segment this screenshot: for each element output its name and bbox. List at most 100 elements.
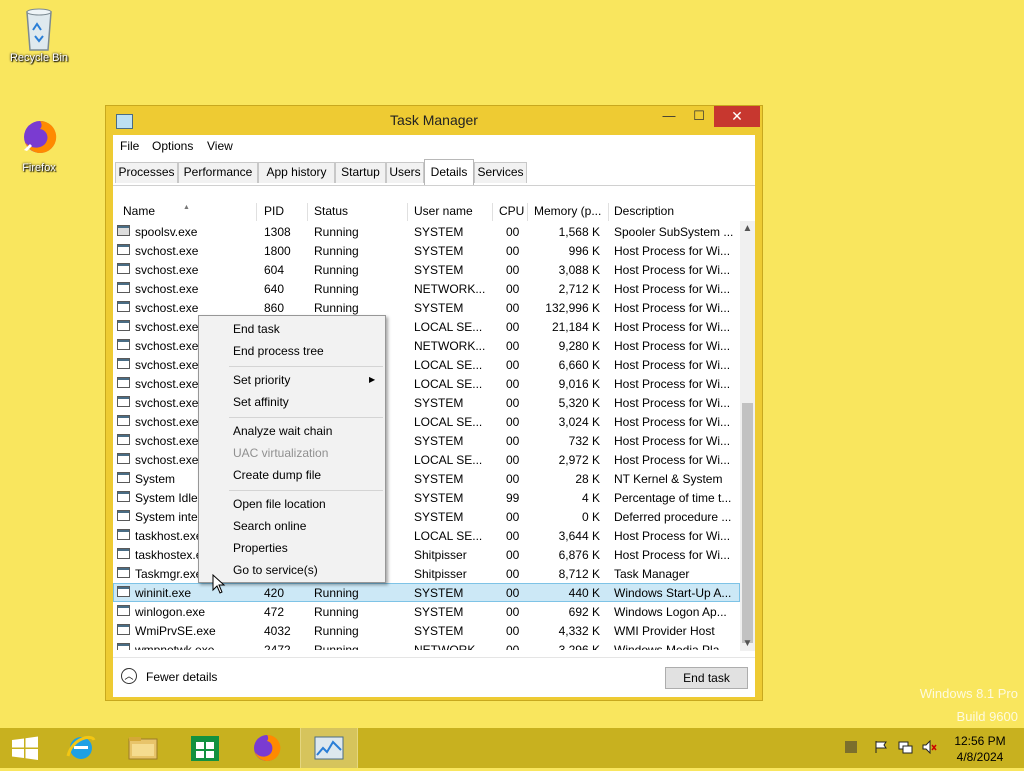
cell-name: svchost.exe: [135, 453, 199, 467]
title-bar[interactable]: Task Manager — ☐ ✕: [106, 106, 762, 134]
column-header-memory[interactable]: Memory (p...: [534, 204, 601, 218]
menu-item-end-process-tree[interactable]: End process tree: [233, 344, 324, 358]
table-row[interactable]: wmpnetwk.exe 2472 Running NETWORK... 00 3,296…: [113, 640, 740, 650]
menu-item-open-file-location[interactable]: Open file location: [233, 497, 326, 511]
cell-user: SYSTEM: [414, 263, 464, 277]
menu-item-analyze-wait-chain[interactable]: Analyze wait chain: [233, 424, 332, 438]
menu-item-set-affinity[interactable]: Set affinity: [233, 395, 289, 409]
scroll-up-icon[interactable]: ▲: [740, 221, 755, 236]
menu-item-properties[interactable]: Properties: [233, 541, 288, 555]
cell-name: winlogon.exe: [135, 605, 206, 619]
table-row[interactable]: spoolsv.exe 1308 Running SYSTEM 00 1,568 K Spo…: [113, 222, 740, 241]
table-row[interactable]: svchost.exe 604 Running SYSTEM 00 3,088 K Host…: [113, 260, 740, 279]
table-row[interactable]: svchost.exe 1800 Running SYSTEM 00 996 K Host …: [113, 241, 740, 260]
desktop-icon-recycle-bin[interactable]: Recycle Bin: [3, 6, 75, 64]
menu-options[interactable]: Options: [152, 139, 193, 153]
menu-separator: [229, 490, 383, 491]
cell-user: LOCAL SE...: [414, 415, 483, 429]
cell-mem: 3,644 K: [558, 529, 600, 543]
cell-desc: Windows Logon Ap...: [614, 605, 727, 619]
column-header-pid[interactable]: PID: [264, 204, 284, 218]
cell-user: LOCAL SE...: [414, 529, 483, 543]
column-divider[interactable]: [527, 203, 528, 221]
cell-name: svchost.exe: [135, 358, 199, 372]
cell-name: Taskmgr.exe: [135, 567, 203, 581]
cell-cpu: 00: [506, 320, 520, 334]
cell-status: Running: [314, 624, 359, 638]
tray-app-icon[interactable]: [844, 740, 858, 754]
store-icon[interactable]: [176, 728, 234, 768]
menu-view[interactable]: View: [207, 139, 233, 153]
cell-pid: 1800: [264, 244, 291, 258]
scroll-down-icon[interactable]: ▼: [740, 636, 755, 651]
firefox-taskbar-icon[interactable]: [238, 728, 296, 768]
column-header-status[interactable]: Status: [314, 204, 348, 218]
column-header-user-name[interactable]: User name: [414, 204, 473, 218]
cell-pid: 604: [264, 263, 285, 277]
network-icon[interactable]: [898, 740, 913, 754]
tab-users[interactable]: Users: [386, 162, 424, 183]
windows-version-watermark: Windows 8.1 Pro: [919, 686, 1018, 701]
cell-desc: Host Process for Wi...: [614, 548, 731, 562]
cell-mem: 6,660 K: [558, 358, 600, 372]
column-divider[interactable]: [256, 203, 257, 221]
table-row[interactable]: WmiPrvSE.exe 4032 Running SYSTEM 00 4,332 K WM…: [113, 621, 740, 640]
menu-item-set-priority[interactable]: Set priority: [233, 373, 290, 387]
task-manager-taskbar-icon[interactable]: [300, 728, 358, 768]
cell-name: spoolsv.exe: [135, 225, 198, 239]
tab-performance[interactable]: Performance: [178, 162, 258, 183]
table-row[interactable]: svchost.exe 640 Running NETWORK... 00 2,712 K…: [113, 279, 740, 298]
system-clock[interactable]: 12:56 PM 4/8/2024: [940, 733, 1020, 765]
column-header-cpu[interactable]: CPU: [499, 204, 524, 218]
tab-app-history[interactable]: App history: [258, 162, 335, 183]
menu-file[interactable]: File: [120, 139, 139, 153]
menu-item-end-task[interactable]: End task: [233, 322, 280, 336]
scrollbar-thumb[interactable]: [742, 403, 753, 643]
cell-desc: Host Process for Wi...: [614, 282, 731, 296]
cell-desc: Host Process for Wi...: [614, 244, 731, 258]
table-row[interactable]: winlogon.exe 472 Running SYSTEM 00 692 K Windo…: [113, 602, 740, 621]
cell-mem: 132,996 K: [545, 301, 600, 315]
mouse-pointer-icon: [212, 573, 226, 594]
column-divider[interactable]: [407, 203, 408, 221]
vertical-scrollbar[interactable]: ▲ ▼: [740, 221, 755, 651]
tab-processes[interactable]: Processes: [115, 162, 178, 183]
column-header-description[interactable]: Description: [614, 204, 674, 218]
cell-name: svchost.exe: [135, 415, 199, 429]
cell-cpu: 00: [506, 244, 520, 258]
cell-mem: 0 K: [581, 510, 600, 524]
menu-item-create-dump-file[interactable]: Create dump file: [233, 468, 321, 482]
cell-cpu: 00: [506, 567, 520, 581]
cell-cpu: 00: [506, 396, 520, 410]
cell-user: SYSTEM: [414, 396, 464, 410]
tab-details[interactable]: Details: [424, 159, 474, 185]
cell-mem: 3,296 K: [558, 643, 600, 650]
table-row[interactable]: wininit.exe 420 Running SYSTEM 00 440 K Window…: [113, 583, 740, 602]
volume-muted-icon[interactable]: [922, 739, 937, 755]
column-divider[interactable]: [307, 203, 308, 221]
column-divider[interactable]: [492, 203, 493, 221]
cell-pid: 860: [264, 301, 285, 315]
cell-name: System inter: [135, 510, 202, 524]
end-task-button[interactable]: End task: [665, 667, 748, 689]
cell-cpu: 00: [506, 282, 520, 296]
cell-desc: Host Process for Wi...: [614, 339, 731, 353]
tab-startup[interactable]: Startup: [335, 162, 386, 183]
menu-item-go-to-services[interactable]: Go to service(s): [233, 563, 318, 577]
menu-item-search-online[interactable]: Search online: [233, 519, 306, 533]
tab-services[interactable]: Services: [474, 162, 527, 183]
start-button[interactable]: [0, 728, 58, 768]
desktop-icon-firefox[interactable]: Firefox: [3, 116, 75, 174]
file-explorer-icon[interactable]: [114, 728, 172, 768]
column-divider[interactable]: [608, 203, 609, 221]
menu-separator: [229, 417, 383, 418]
minimize-button[interactable]: —: [654, 106, 684, 127]
internet-explorer-icon[interactable]: [52, 728, 110, 768]
maximize-button[interactable]: ☐: [684, 106, 714, 127]
context-menu: End task End process tree Set priority ▶…: [198, 315, 386, 583]
cell-name: svchost.exe: [135, 282, 199, 296]
close-button[interactable]: ✕: [714, 106, 760, 127]
column-header-name[interactable]: Name: [123, 204, 155, 218]
action-center-flag-icon[interactable]: [874, 740, 888, 754]
cell-cpu: 00: [506, 643, 520, 650]
